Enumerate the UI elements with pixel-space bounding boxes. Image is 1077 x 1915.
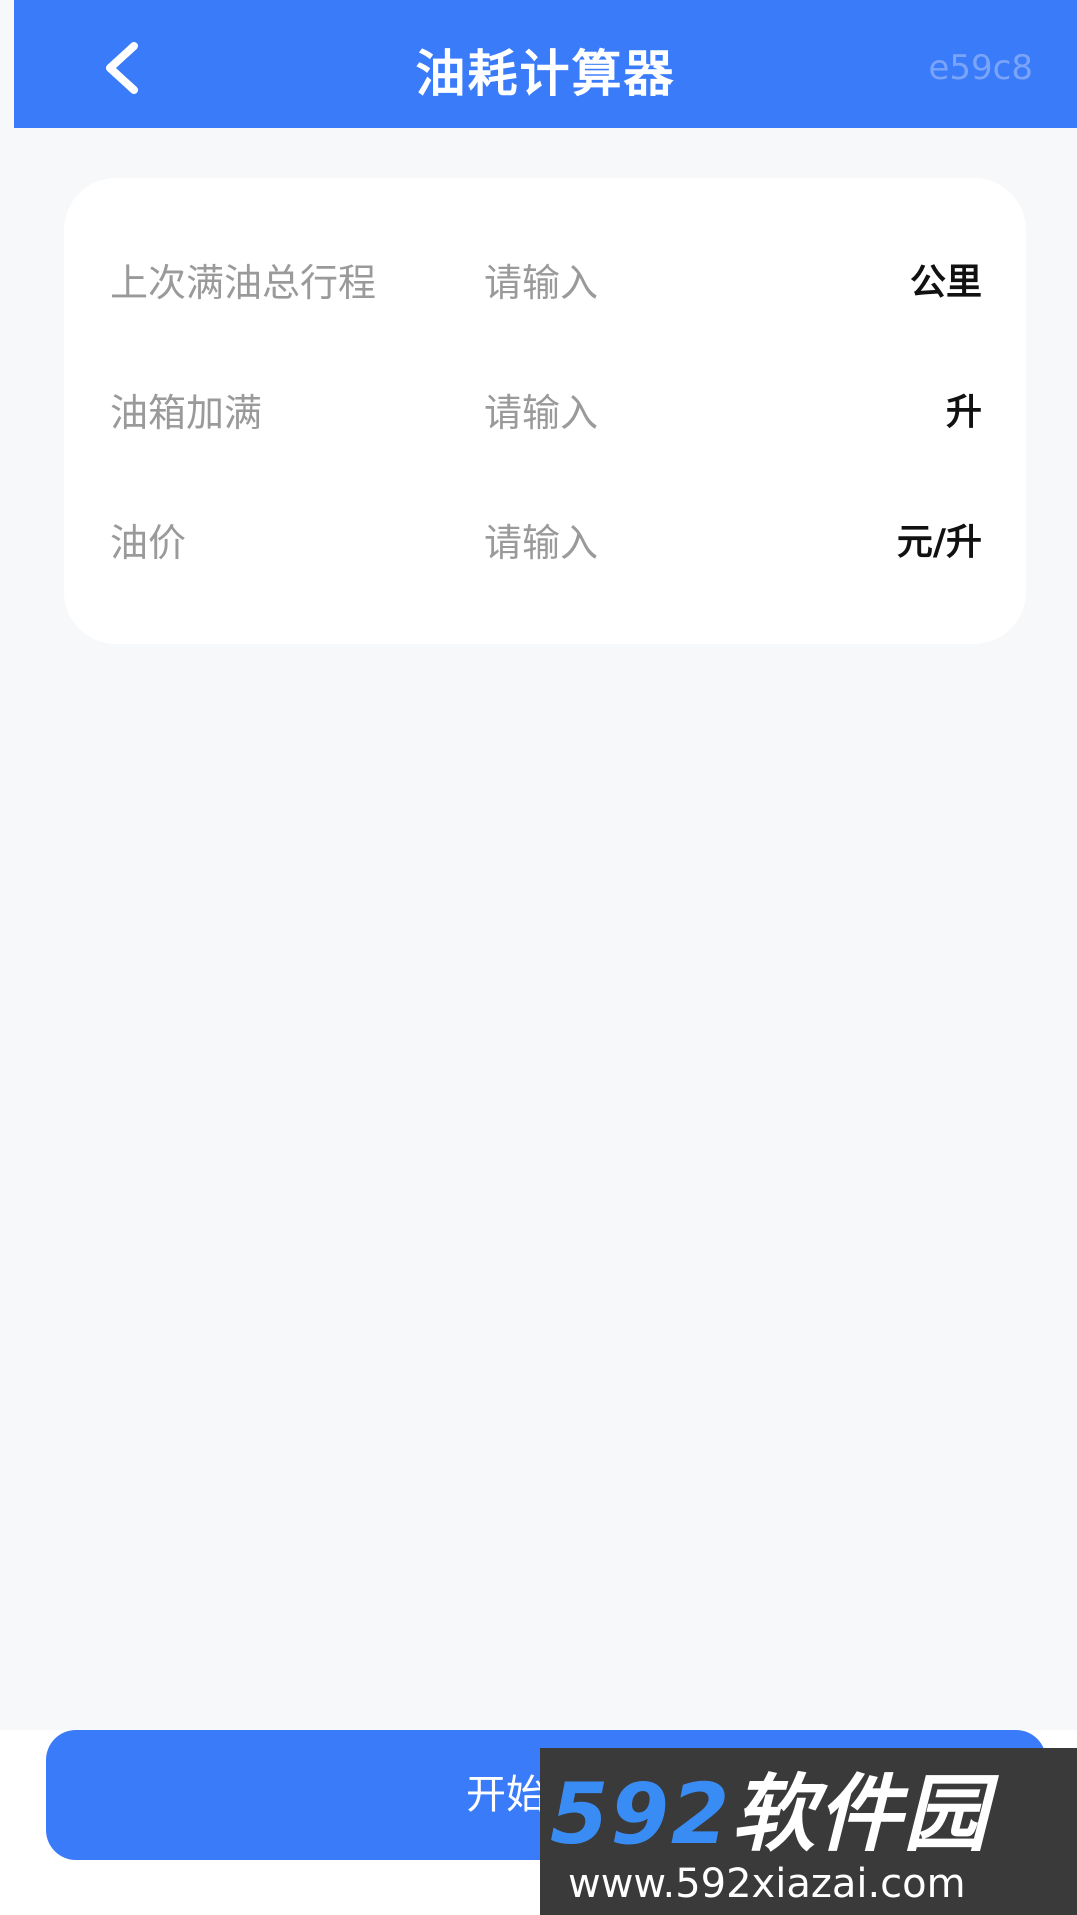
- app-header: 油耗计算器 e59c8: [14, 0, 1077, 128]
- tank-fill-input[interactable]: [484, 386, 804, 440]
- watermark-logo: 592软件园 www.592xiazai.com: [540, 1748, 1077, 1915]
- form-row-fuel-price: 油价 元/升: [64, 508, 1026, 578]
- input-card: 上次满油总行程 公里 油箱加满 升 油价 元/升: [64, 178, 1026, 644]
- page-title: 油耗计算器: [415, 45, 676, 103]
- form-row-tank-fill: 油箱加满 升: [64, 378, 1026, 448]
- screen: 油耗计算器 e59c8 上次满油总行程 公里 油箱加满 升 油价 元/升 开始计…: [0, 0, 1077, 1915]
- watermark-name: 软件园: [731, 1765, 990, 1863]
- fuel-price-input[interactable]: [484, 516, 804, 570]
- fuel-price-unit: 元/升: [896, 522, 982, 563]
- tank-fill-label: 油箱加满: [110, 391, 263, 435]
- watermark-number: 592: [550, 1765, 732, 1863]
- form-row-last-full-mileage: 上次满油总行程 公里: [64, 248, 1026, 318]
- watermark-url: www.592xiazai.com: [568, 1861, 966, 1907]
- mileage-label: 上次满油总行程: [110, 261, 377, 305]
- mileage-input[interactable]: [484, 256, 804, 310]
- mileage-unit: 公里: [909, 262, 982, 303]
- fuel-price-label: 油价: [110, 521, 187, 565]
- tank-fill-unit: 升: [945, 392, 982, 433]
- watermark-brand: 592软件园: [550, 1766, 1070, 1862]
- header-code: e59c8: [928, 48, 1033, 88]
